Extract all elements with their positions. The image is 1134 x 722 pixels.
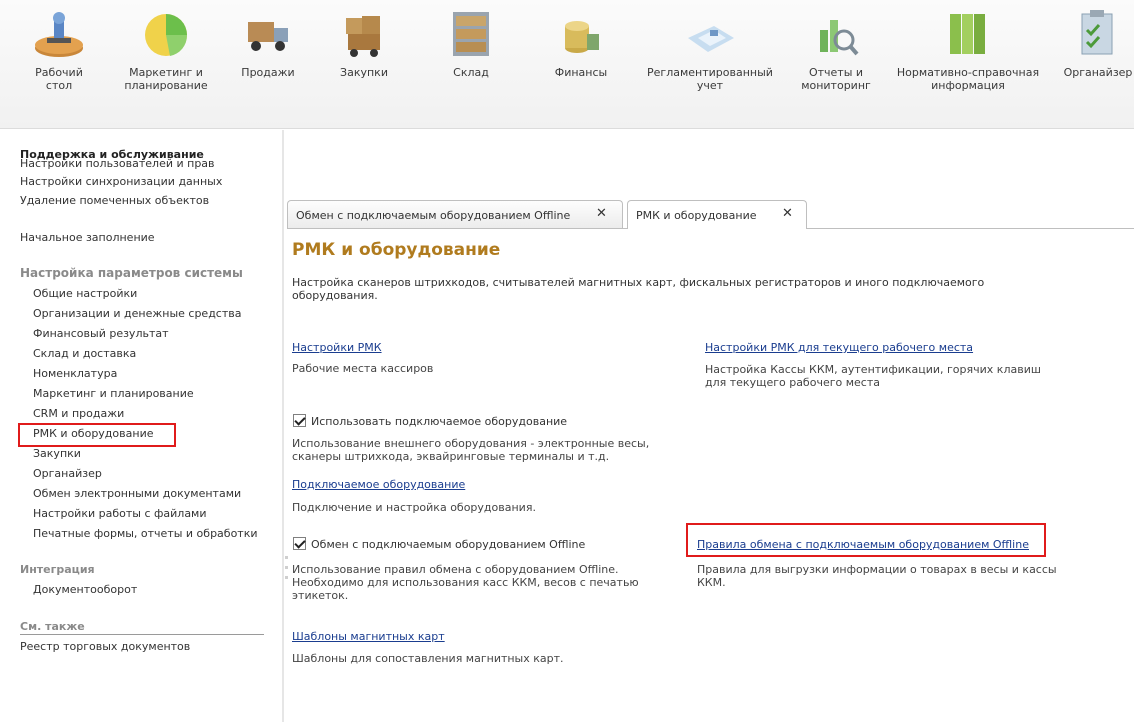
section-sales[interactable]: Продажи: [238, 0, 298, 129]
connected-equipment-description: Подключение и настройка оборудования.: [292, 501, 536, 514]
report-magnifier-icon: [820, 20, 859, 56]
section-label: Финансы: [554, 66, 608, 79]
rmk-settings-description: Рабочие места кассиров: [292, 362, 434, 375]
section-reference-info[interactable]: Нормативно-справочная информация: [893, 0, 1043, 129]
rmk-current-workplace-link[interactable]: Настройки РМК для текущего рабочего мест…: [705, 341, 973, 354]
sidebar-item-financial-result[interactable]: Финансовый результат: [33, 327, 169, 340]
rmk-current-workplace-description: Настройка Кассы ККМ, аутентификации, гор…: [705, 363, 1041, 389]
rules-link-highlight-box: [686, 523, 1046, 557]
section-warehouse[interactable]: Склад: [446, 0, 496, 129]
use-equipment-description: Использование внешнего оборудования - эл…: [292, 437, 650, 463]
section-label: Регламентированный учет: [647, 66, 773, 92]
sidebar-item-user-rights[interactable]: Настройки пользователей и прав: [20, 157, 215, 170]
section-label: Продажи: [241, 66, 295, 79]
use-equipment-label[interactable]: Использовать подключаемое оборудование: [311, 415, 567, 428]
section-purchases[interactable]: Закупки: [336, 0, 392, 129]
sidebar-group-see-also: См. также: [20, 620, 85, 633]
tab-close-icon[interactable]: ✕: [596, 206, 607, 221]
sections-panel: Рабочий стол Маркетинг и планирование Пр…: [0, 0, 1134, 129]
sidebar-item-crm[interactable]: CRM и продажи: [33, 407, 124, 420]
use-equipment-checkbox[interactable]: [293, 414, 306, 427]
section-label: Отчеты и мониторинг: [801, 66, 871, 92]
sidebar-group-settings: Настройка параметров системы: [20, 266, 243, 280]
page-title: РМК и оборудование: [292, 240, 501, 260]
section-organizer[interactable]: Органайзер: [1062, 0, 1134, 129]
sidebar-item-delete-marked[interactable]: Удаление помеченных объектов: [20, 194, 209, 207]
section-label: Нормативно-справочная информация: [896, 66, 1040, 92]
sidebar-item-nomenclature[interactable]: Номенклатура: [33, 367, 117, 380]
splitter-grip: [285, 576, 288, 579]
sidebar-item-general[interactable]: Общие настройки: [33, 287, 137, 300]
sidebar-item-organizations[interactable]: Организации и денежные средства: [33, 307, 241, 320]
section-label: Рабочий стол: [35, 66, 83, 92]
clipboard-icon: [1081, 10, 1113, 55]
tab-rmk-equipment[interactable]: РМК и оборудование ✕: [627, 200, 807, 229]
section-finance[interactable]: Финансы: [546, 0, 616, 129]
offline-exchange-rules-description: Правила для выгрузки информации о товара…: [697, 563, 1057, 589]
sidebar-item-marketing[interactable]: Маркетинг и планирование: [33, 387, 194, 400]
offline-exchange-label[interactable]: Обмен с подключаемым оборудованием Offli…: [311, 538, 585, 551]
section-desktop[interactable]: Рабочий стол: [18, 0, 100, 129]
tab-close-icon[interactable]: ✕: [782, 206, 793, 221]
sidebar-item-edi[interactable]: Обмен электронными документами: [33, 487, 241, 500]
binders-icon: [950, 14, 985, 54]
sidebar-group-integration: Интеграция: [20, 563, 95, 576]
page-description: Настройка сканеров штрихкодов, считывате…: [292, 276, 985, 302]
magnetic-card-templates-description: Шаблоны для сопоставления магнитных карт…: [292, 652, 564, 665]
sidebar-item-organizer[interactable]: Органайзер: [33, 467, 102, 480]
tab-label: РМК и оборудование: [636, 209, 757, 222]
tab-offline-exchange[interactable]: Обмен с подключаемым оборудованием Offli…: [287, 200, 623, 228]
offline-exchange-checkbox[interactable]: [293, 537, 306, 550]
shelves-icon: [453, 12, 489, 56]
section-label: Закупки: [340, 66, 388, 79]
panel-splitter[interactable]: [282, 130, 284, 722]
offline-exchange-description: Использование правил обмена с оборудован…: [292, 563, 639, 602]
splitter-grip: [285, 556, 288, 559]
sidebar-item-purchases[interactable]: Закупки: [33, 447, 81, 460]
splitter-grip: [285, 566, 288, 569]
section-reports[interactable]: Отчеты и мониторинг: [796, 0, 876, 129]
sidebar-item-sync-settings[interactable]: Настройки синхронизации данных: [20, 175, 222, 188]
sidebar-item-warehouse[interactable]: Склад и доставка: [33, 347, 136, 360]
sidebar-item-docflow[interactable]: Документооборот: [33, 583, 137, 596]
truck-icon: [248, 22, 288, 51]
document-stamp-icon: [688, 26, 734, 52]
desktop-icon: [35, 12, 83, 57]
section-label: Склад: [453, 66, 489, 79]
tab-label: Обмен с подключаемым оборудованием Offli…: [296, 209, 571, 222]
connected-equipment-link[interactable]: Подключаемое оборудование: [292, 478, 465, 491]
see-also-divider: [20, 634, 264, 635]
section-regulated-accounting[interactable]: Регламентированный учет: [640, 0, 780, 129]
section-marketing[interactable]: Маркетинг и планирование: [114, 0, 218, 129]
sidebar-item-print-forms[interactable]: Печатные формы, отчеты и обработки: [33, 527, 258, 540]
pie-chart-icon: [145, 14, 188, 56]
sidebar-item-trade-docs-registry[interactable]: Реестр торговых документов: [20, 640, 190, 653]
rmk-settings-link[interactable]: Настройки РМК: [292, 341, 382, 354]
section-label: Органайзер: [1063, 66, 1133, 79]
section-label: Маркетинг и планирование: [124, 66, 208, 92]
sidebar-item-initial-fill[interactable]: Начальное заполнение: [20, 231, 155, 244]
magnetic-card-templates-link[interactable]: Шаблоны магнитных карт: [292, 630, 445, 643]
cart-boxes-icon: [346, 16, 380, 57]
sidebar-highlight-box: [18, 423, 176, 447]
sidebar-item-files[interactable]: Настройки работы с файлами: [33, 507, 207, 520]
coins-icon: [565, 21, 599, 53]
